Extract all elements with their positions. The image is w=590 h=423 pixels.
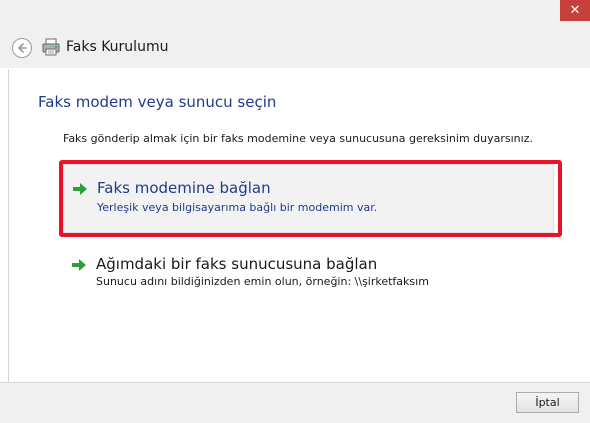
green-arrow-icon xyxy=(72,259,86,271)
page-description: Faks gönderip almak için bir faks modemi… xyxy=(63,132,533,145)
close-button[interactable]: ✕ xyxy=(560,0,590,21)
selection-highlight xyxy=(59,160,562,237)
option-subtitle: Sunucu adını bildiğinizden emin olun, ör… xyxy=(96,275,429,288)
page-title: Faks modem veya sunucu seçin xyxy=(38,93,277,111)
window-header xyxy=(0,0,590,68)
fax-printer-icon xyxy=(42,38,60,56)
option-connect-fax-server[interactable]: Ağımdaki bir faks sunucusuna bağlan Sunu… xyxy=(63,249,554,293)
footer-bar xyxy=(0,382,590,423)
close-icon: ✕ xyxy=(569,3,581,18)
back-arrow-icon xyxy=(18,43,27,53)
back-button[interactable] xyxy=(12,38,32,58)
app-title: Faks Kurulumu xyxy=(66,39,169,55)
cancel-button[interactable]: İptal xyxy=(516,392,579,413)
option-title: Ağımdaki bir faks sunucusuna bağlan xyxy=(96,255,378,273)
